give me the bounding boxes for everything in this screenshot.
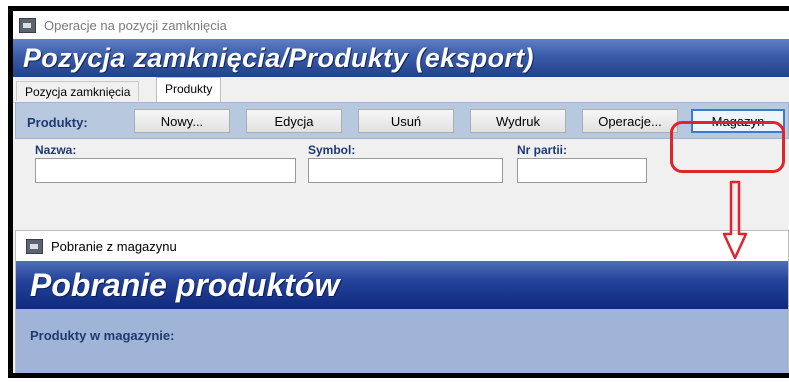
name-label: Nazwa: bbox=[35, 143, 77, 157]
toolbar-label: Produkty: bbox=[27, 115, 88, 130]
window-title: Operacje na pozycji zamknięcia bbox=[44, 17, 227, 33]
new-button[interactable]: Nowy... bbox=[134, 109, 230, 133]
batch-input[interactable] bbox=[517, 158, 647, 183]
subwindow-banner: Pobranie produktów bbox=[16, 261, 788, 309]
name-input[interactable] bbox=[35, 158, 296, 183]
tab-produkty[interactable]: Produkty bbox=[156, 77, 222, 102]
tab-bar: Pozycja zamknięcia Produkty bbox=[13, 77, 789, 103]
tab-pozycja-zamkniecia[interactable]: Pozycja zamknięcia bbox=[16, 81, 140, 101]
header-banner: Pozycja zamknięcia/Produkty (eksport) bbox=[13, 39, 789, 77]
batch-label: Nr partii: bbox=[517, 143, 568, 157]
subwindow-icon bbox=[26, 238, 43, 254]
edit-button[interactable]: Edycja bbox=[246, 109, 342, 133]
warehouse-products-section: Produkty w magazynie: bbox=[16, 309, 788, 373]
annotation-highlight bbox=[670, 121, 785, 173]
warehouse-subwindow: Pobranie z magazynu Pobranie produktów P… bbox=[15, 230, 789, 373]
window-titlebar: Operacje na pozycji zamknięcia bbox=[13, 11, 789, 39]
annotation-down-arrow-icon bbox=[722, 180, 748, 260]
subwindow-titlebar: Pobranie z magazynu bbox=[16, 231, 788, 261]
subwindow-banner-title: Pobranie produktów bbox=[30, 266, 340, 303]
banner-title: Pozycja zamknięcia/Produkty (eksport) bbox=[23, 42, 534, 73]
warehouse-products-label: Produkty w magazynie: bbox=[30, 328, 175, 343]
delete-button[interactable]: Usuń bbox=[358, 109, 454, 133]
app-window-icon bbox=[19, 17, 36, 33]
operations-button[interactable]: Operacje... bbox=[582, 109, 678, 133]
print-button[interactable]: Wydruk bbox=[470, 109, 566, 133]
symbol-label: Symbol: bbox=[308, 143, 356, 157]
symbol-input[interactable] bbox=[308, 158, 503, 183]
subwindow-title: Pobranie z magazynu bbox=[51, 238, 177, 254]
main-window: Operacje na pozycji zamknięcia Pozycja z… bbox=[8, 6, 789, 378]
